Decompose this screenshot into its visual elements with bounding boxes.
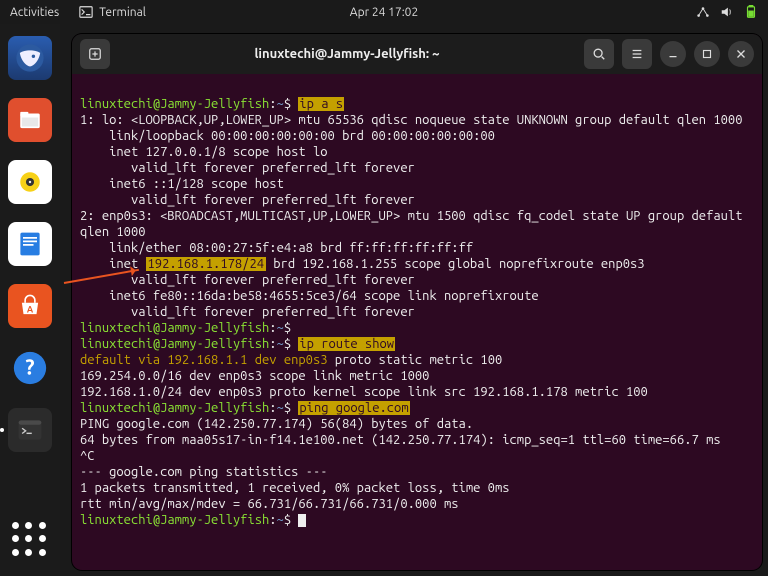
dock-item-help[interactable]: ? <box>8 346 52 390</box>
output-line: brd 192.168.1.255 scope global noprefixr… <box>266 257 645 271</box>
ubuntu-dock: A ? <box>0 24 60 576</box>
svg-text:A: A <box>27 305 34 315</box>
output-line: inet6 ::1/128 scope host <box>80 177 284 191</box>
minimize-button[interactable] <box>660 41 686 67</box>
output-line: 2: enp0s3: <BROADCAST,MULTICAST,UP,LOWER… <box>80 209 750 239</box>
dock-item-thunderbird[interactable] <box>8 36 52 80</box>
output-line: proto static metric 100 <box>328 353 503 367</box>
cursor <box>298 514 306 527</box>
search-button[interactable] <box>584 39 614 69</box>
output-line: inet 127.0.0.1/8 scope host lo <box>80 145 328 159</box>
output-line: default via 192.168.1.1 dev enp0s3 <box>80 353 328 367</box>
maximize-button[interactable] <box>694 41 720 67</box>
prompt-user: linuxtechi@Jammy-Jellyfish <box>80 97 269 111</box>
svg-text:?: ? <box>25 356 34 379</box>
output-line: 1: lo: <LOOPBACK,UP,LOWER_UP> mtu 65536 … <box>80 113 742 127</box>
output-line: 169.254.0.0/16 dev enp0s3 scope link met… <box>80 369 429 383</box>
dock-item-files[interactable] <box>8 98 52 142</box>
battery-icon[interactable] <box>744 5 758 19</box>
clock[interactable]: Apr 24 17:02 <box>350 6 418 19</box>
output-line: inet6 fe80::16da:be58:4655:5ce3/64 scope… <box>80 289 539 303</box>
output-line: link/loopback 00:00:00:00:00:00 brd 00:0… <box>80 129 495 143</box>
output-line: --- google.com ping statistics --- <box>80 465 328 479</box>
output-line: valid_lft forever preferred_lft forever <box>80 161 415 175</box>
output-line: 1 packets transmitted, 1 received, 0% pa… <box>80 481 510 495</box>
output-line: valid_lft forever preferred_lft forever <box>80 273 415 287</box>
command-ping: ping google.com <box>298 401 409 415</box>
prompt-path: ~ <box>277 97 284 111</box>
close-button[interactable] <box>728 41 754 67</box>
command-ip-a-s: ip a s <box>298 97 344 111</box>
volume-icon[interactable] <box>720 5 734 19</box>
dock-item-libreoffice-writer[interactable] <box>8 222 52 266</box>
show-applications-button[interactable] <box>12 522 48 558</box>
dock-item-rhythmbox[interactable] <box>8 160 52 204</box>
dock-item-software[interactable]: A <box>8 284 52 328</box>
new-tab-button[interactable] <box>80 39 110 69</box>
window-title: linuxtechi@Jammy-Jellyfish: ~ <box>118 47 576 61</box>
window-titlebar: linuxtechi@Jammy-Jellyfish: ~ <box>72 34 762 74</box>
dock-item-terminal[interactable] <box>8 408 52 452</box>
output-line: valid_lft forever preferred_lft forever <box>80 305 415 319</box>
app-menu[interactable]: Terminal <box>79 5 146 19</box>
output-line: 192.168.1.0/24 dev enp0s3 proto kernel s… <box>80 385 648 399</box>
output-line: link/ether 08:00:27:5f:e4:a8 brd ff:ff:f… <box>80 241 473 255</box>
menu-button[interactable] <box>622 39 652 69</box>
terminal-content[interactable]: linuxtechi@Jammy-Jellyfish:~$ ip a s 1: … <box>72 74 762 550</box>
output-line: valid_lft forever preferred_lft forever <box>80 193 415 207</box>
activities-button[interactable]: Activities <box>10 6 59 19</box>
highlighted-ip: 192.168.1.178/24 <box>146 257 266 271</box>
terminal-window: linuxtechi@Jammy-Jellyfish: ~ linuxtechi… <box>72 34 762 570</box>
command-ip-route: ip route show <box>298 337 395 351</box>
output-line: PING google.com (142.250.77.174) 56(84) … <box>80 417 473 431</box>
terminal-icon <box>79 5 93 19</box>
output-line: 64 bytes from maa05s17-in-f14.1e100.net … <box>80 433 721 447</box>
output-line: ^C <box>80 449 95 463</box>
output-line: rtt min/avg/max/mdev = 66.731/66.731/66.… <box>80 497 459 511</box>
network-icon[interactable] <box>696 5 710 19</box>
gnome-topbar: Activities Terminal Apr 24 17:02 <box>0 0 768 24</box>
app-menu-label: Terminal <box>99 6 146 19</box>
